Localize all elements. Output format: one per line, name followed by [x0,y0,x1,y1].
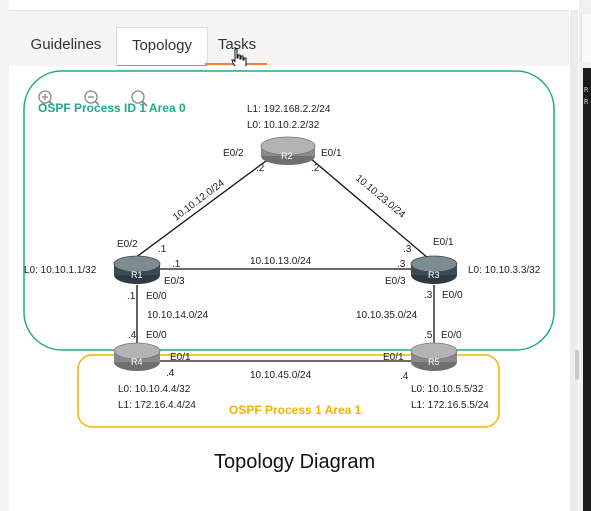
router-r3-name: R3 [428,270,440,280]
r4-l1-label: L1: 172.16.4.4/24 [118,400,196,411]
r1-host-right: .1 [172,259,181,270]
link-r1-r3-network: 10.10.13.0/24 [250,256,312,267]
r5-l0-label: L0: 10.10.5.5/32 [411,384,484,395]
router-r2-name: R2 [281,151,293,161]
r3-l0-label: L0: 10.10.3.3/32 [468,265,541,276]
r3-e03-label: E0/3 [385,276,406,287]
r4-e00-label: E0/0 [146,330,167,341]
r3-host-left: .3 [397,259,406,270]
r5-host-left: .4 [400,371,409,382]
r3-host-down: .3 [424,290,433,301]
r3-host-top: .3 [403,244,412,255]
r2-e01-label: E0/1 [321,148,342,159]
r5-e01-label: E0/1 [383,352,404,363]
r1-host-top: .1 [158,244,167,255]
link-r3-r5-network: 10.10.35.0/24 [356,310,418,321]
r5-l1-label: L1: 172.16.5.5/24 [411,400,489,411]
r1-e02-label: E0/2 [117,239,138,250]
area0-label: OSPF Process ID 1 Area 0 [38,101,186,115]
r1-e03-label: E0/3 [164,276,185,287]
link-r1-r2-network: 10.10.12.0/24 [171,178,227,224]
router-r1[interactable]: R1 [113,255,161,284]
link-r2-r3-network: 10.10.23.0/24 [353,173,407,221]
r2-host-right: .2 [311,163,320,174]
router-r3[interactable]: R3 [410,255,458,284]
r2-e02-label: E0/2 [223,148,244,159]
console-text: R R [584,84,588,108]
r4-l0-label: L0: 10.10.4.4/32 [118,384,191,395]
router-r2[interactable]: R2 [260,136,316,165]
right-panel-header [581,14,591,62]
link-r1-r2 [134,157,271,259]
r2-host-left: .2 [256,163,265,174]
router-r5[interactable]: R5 [410,342,458,371]
router-r4-name: R4 [131,357,143,367]
r4-e01-label: E0/1 [170,352,191,363]
topology-caption: Topology Diagram [214,451,375,473]
console-line: R [584,86,589,94]
r2-l1-label: L1: 192.168.2.2/24 [247,104,331,115]
r5-host-top: .5 [424,330,433,341]
r4-host-top: .4 [128,330,137,341]
link-r2-r3 [309,157,429,259]
r5-e00-label: E0/0 [441,330,462,341]
link-r4-r5-network: 10.10.45.0/24 [250,370,312,381]
vertical-scrollbar[interactable] [570,10,578,511]
r4-host-right: .4 [166,368,175,379]
r3-e01-label: E0/1 [433,237,454,248]
console-line: R [584,98,589,106]
r2-l0-label: L0: 10.10.2.2/32 [247,120,320,131]
r1-e00-label: E0/0 [146,291,167,302]
r1-host-down: .1 [127,291,136,302]
r1-l0-label: L0: 10.10.1.1/32 [24,265,97,276]
router-r5-name: R5 [428,357,440,367]
router-r1-name: R1 [131,270,143,280]
router-r4[interactable]: R4 [113,342,161,371]
topology-diagram: OSPF Process ID 1 Area 0 OSPF Process 1 … [23,70,555,473]
r3-e00-label: E0/0 [442,290,463,301]
console-panel[interactable] [583,68,591,511]
area1-label: OSPF Process 1 Area 1 [229,403,362,417]
link-r1-r4-network: 10.10.14.0/24 [147,310,209,321]
